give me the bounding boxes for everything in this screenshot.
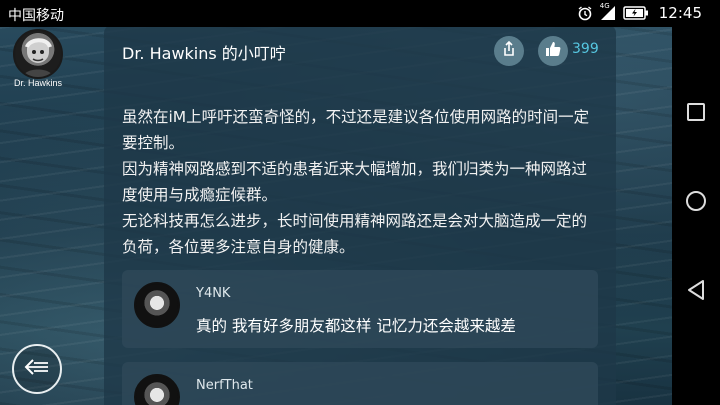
battery-icon xyxy=(623,6,649,20)
status-icons: 4G 12:45 xyxy=(577,2,702,22)
share-button[interactable] xyxy=(494,36,524,66)
share-icon xyxy=(501,40,517,61)
clock: 12:45 xyxy=(658,4,702,22)
thumbs-up-icon xyxy=(545,41,561,61)
like-button[interactable] xyxy=(538,36,568,66)
comment-text: 真的 我有好多朋友都这样 记忆力还会越来越差 xyxy=(196,317,516,335)
nav-back-icon xyxy=(686,279,706,305)
like-count: 399 xyxy=(572,41,599,57)
post-paragraph: 因为精神网路感到不适的患者近来大幅增加，我们归类为一种网路过度使用与成瘾症候群。 xyxy=(122,160,588,204)
recent-apps-icon xyxy=(686,102,706,126)
post-layer: Dr. Hawkins 的小叮咛 399 虽然在iM上呼吁还蛮奇怪的，不过还是建… xyxy=(0,27,672,405)
home-button[interactable] xyxy=(684,191,708,215)
post-paragraph: 无论科技再怎么进步，长时间使用精神网路还是会对大脑造成一定的负荷，各位要多注意自… xyxy=(122,212,588,256)
comment-item[interactable]: NerfThat xyxy=(122,362,598,405)
carrier-name: 中国移动 xyxy=(8,8,64,24)
nav-back-button[interactable] xyxy=(684,280,708,304)
home-icon xyxy=(685,190,707,216)
post-body: 虽然在iM上呼吁还蛮奇怪的，不过还是建议各位使用网路的时间一定要控制。 因为精神… xyxy=(122,104,596,260)
post-paragraph: 虽然在iM上呼吁还蛮奇怪的，不过还是建议各位使用网路的时间一定要控制。 xyxy=(122,108,590,152)
android-nav-bar xyxy=(672,27,720,405)
commenter-name: NerfThat xyxy=(196,378,253,393)
alarm-icon xyxy=(577,5,593,21)
comment-item[interactable]: Y4NK 真的 我有好多朋友都这样 记忆力还会越来越差 xyxy=(122,270,598,348)
signal-icon: 4G xyxy=(599,2,617,21)
status-bar: 中国移动 4G 12:45 xyxy=(0,0,720,27)
commenter-name: Y4NK xyxy=(196,286,231,301)
network-badge: 4G xyxy=(599,2,610,10)
commenter-avatar[interactable] xyxy=(134,374,180,405)
recent-apps-button[interactable] xyxy=(684,102,708,126)
post-title: Dr. Hawkins 的小叮咛 xyxy=(122,44,286,63)
commenter-avatar[interactable] xyxy=(134,282,180,328)
